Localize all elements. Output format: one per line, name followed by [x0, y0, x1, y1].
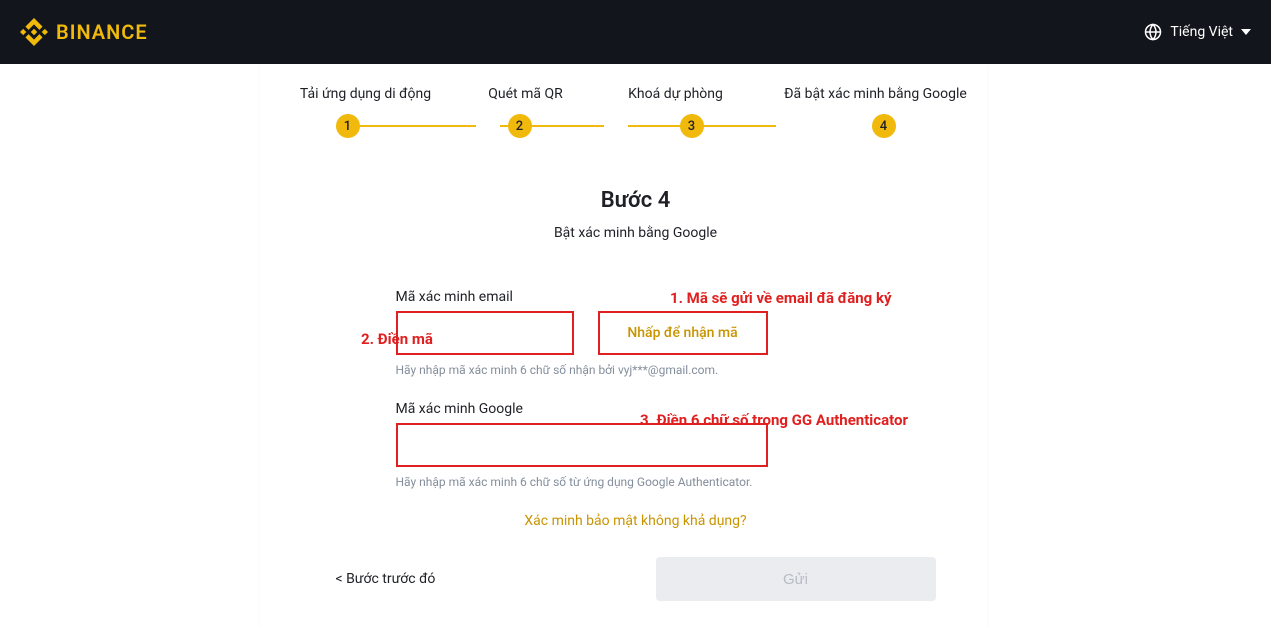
step-circle-4[interactable]: 4 [872, 114, 896, 138]
stepper-circles: 1 2 3 4 [276, 114, 996, 138]
bottom-actions: < Bước trước đó Gửi [276, 557, 996, 601]
language-selector[interactable]: Tiếng Việt [1144, 23, 1251, 41]
verification-form: Mã xác minh email Nhấp để nhận mã Hãy nh… [276, 289, 996, 529]
google-code-input[interactable] [396, 423, 768, 467]
email-helper-text: Hãy nhập mã xác minh 6 chữ số nhận bởi v… [396, 363, 876, 377]
step-label-1: Tải ứng dụng di động [286, 86, 446, 102]
language-label: Tiếng Việt [1170, 24, 1233, 40]
security-unavailable-link[interactable]: Xác minh bảo mật không khả dụng? [396, 513, 876, 529]
email-code-field: Mã xác minh email Nhấp để nhận mã Hãy nh… [396, 289, 876, 377]
globe-icon [1144, 23, 1162, 41]
chevron-down-icon [1241, 27, 1251, 37]
page-subtitle: Bật xác minh bằng Google [276, 225, 996, 241]
step-label-3: Khoá dự phòng [606, 86, 746, 102]
binance-logo-icon [20, 18, 48, 46]
google-helper-text: Hãy nhập mã xác minh 6 chữ số từ ứng dụn… [396, 475, 876, 489]
step-circle-1[interactable]: 1 [336, 114, 360, 138]
submit-button[interactable]: Gửi [656, 557, 936, 601]
previous-step-link[interactable]: < Bước trước đó [336, 571, 436, 587]
header: BINANCE Tiếng Việt [0, 0, 1271, 64]
logo[interactable]: BINANCE [20, 18, 148, 46]
brand-name: BINANCE [56, 20, 148, 44]
email-code-input[interactable] [396, 311, 574, 355]
google-code-label: Mã xác minh Google [396, 401, 876, 417]
email-code-label: Mã xác minh email [396, 289, 876, 305]
step-circle-3[interactable]: 3 [680, 114, 704, 138]
step-label-2: Quét mã QR [466, 86, 586, 102]
stepper-labels: Tải ứng dụng di động Quét mã QR Khoá dự … [276, 86, 996, 102]
get-code-button[interactable]: Nhấp để nhận mã [598, 311, 768, 355]
main-content: Tải ứng dụng di động Quét mã QR Khoá dự … [0, 64, 1271, 601]
step-circle-2[interactable]: 2 [508, 114, 532, 138]
step-label-4: Đã bật xác minh bằng Google [766, 86, 986, 102]
google-code-field: Mã xác minh Google Hãy nhập mã xác minh … [396, 401, 876, 489]
page-title: Bước 4 [276, 188, 996, 213]
